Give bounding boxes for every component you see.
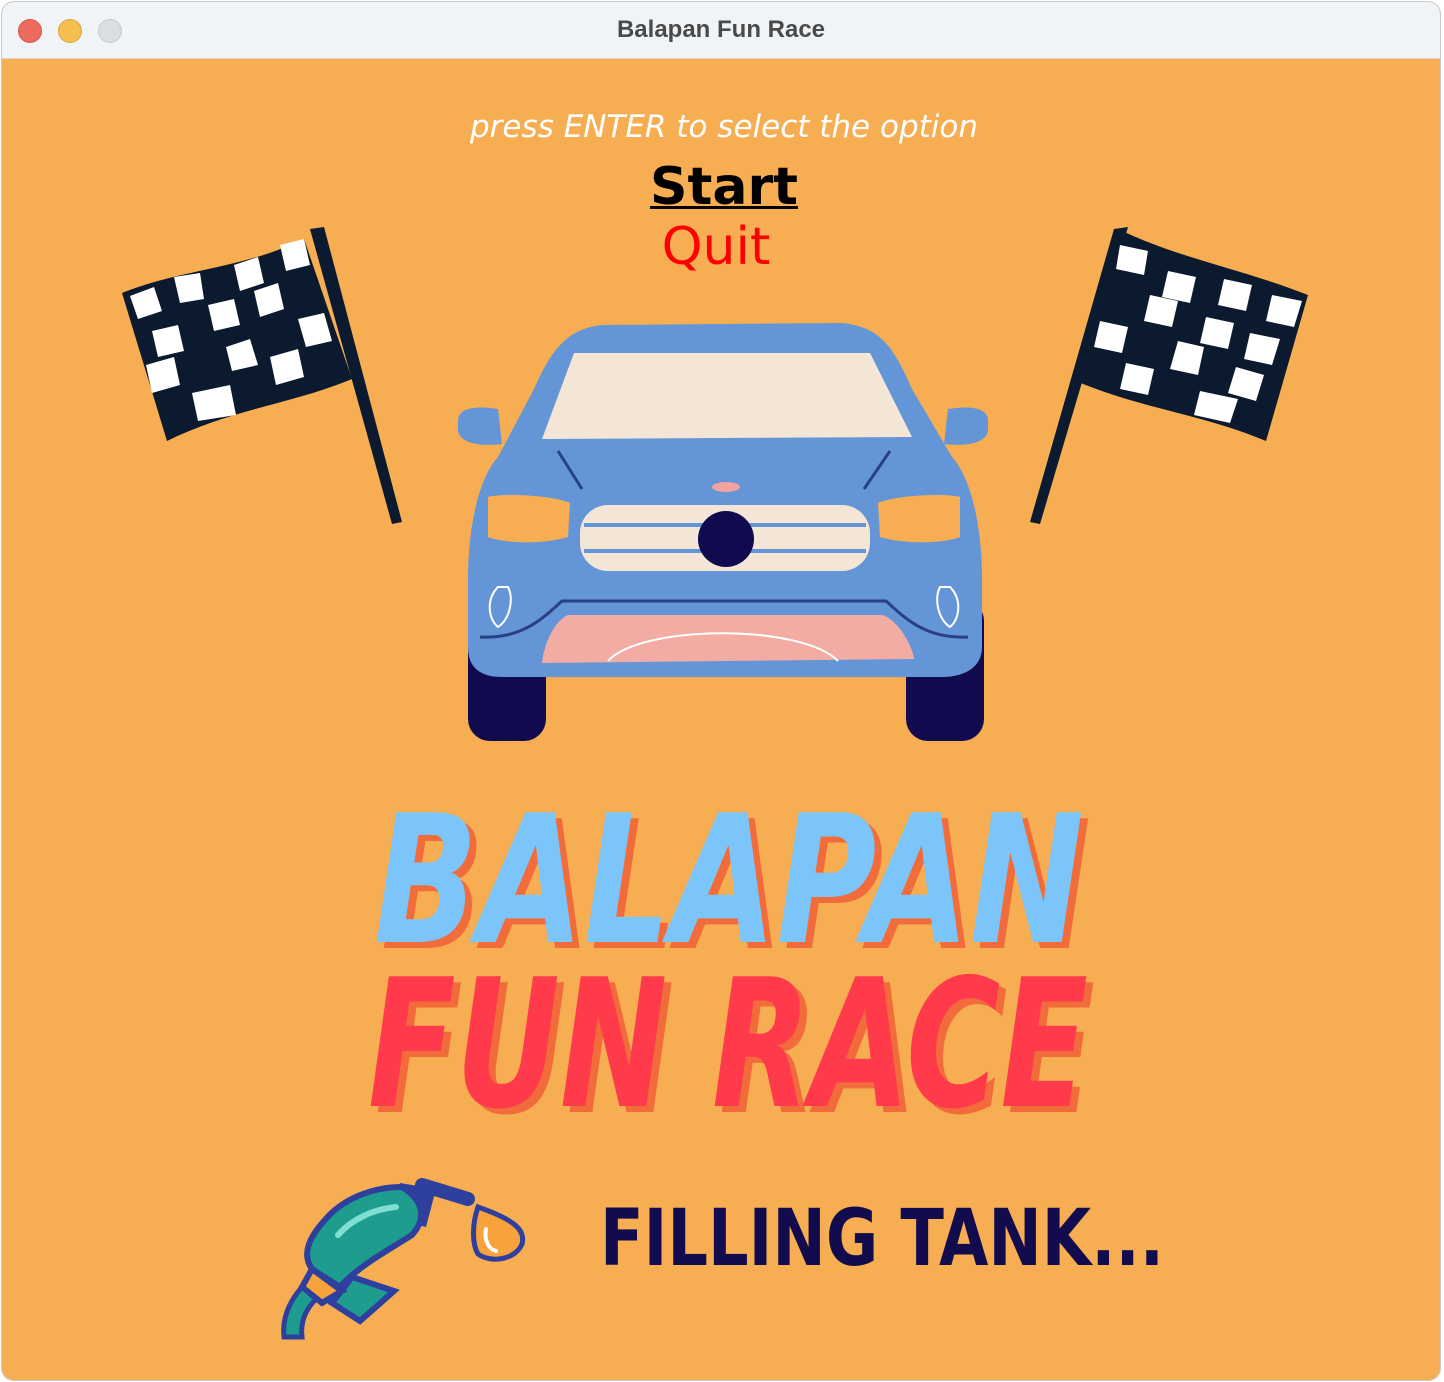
loading-text: FILLING TANK... <box>600 1194 1164 1284</box>
game-canvas: BALAPAN BALAPAN FUN RACE FUN RACE FILLIN… <box>2 59 1440 1380</box>
car-front-icon <box>458 323 988 741</box>
fuel-nozzle-icon <box>281 1178 526 1340</box>
game-logo: BALAPAN BALAPAN FUN RACE FUN RACE <box>368 777 1095 1154</box>
menu-hint: press ENTER to select the option <box>469 109 979 145</box>
menu-option-start[interactable]: Start <box>2 157 1440 217</box>
window-title: Balapan Fun Race <box>616 16 826 43</box>
game-window: Balapan Fun Race BALAPAN BALAPAN FUN RAC… <box>2 2 1440 1380</box>
title-bar: Balapan Fun Race <box>2 2 1440 59</box>
logo-line2: FUN RACE <box>368 941 1088 1148</box>
menu-option-quit[interactable]: Quit <box>2 217 1430 277</box>
